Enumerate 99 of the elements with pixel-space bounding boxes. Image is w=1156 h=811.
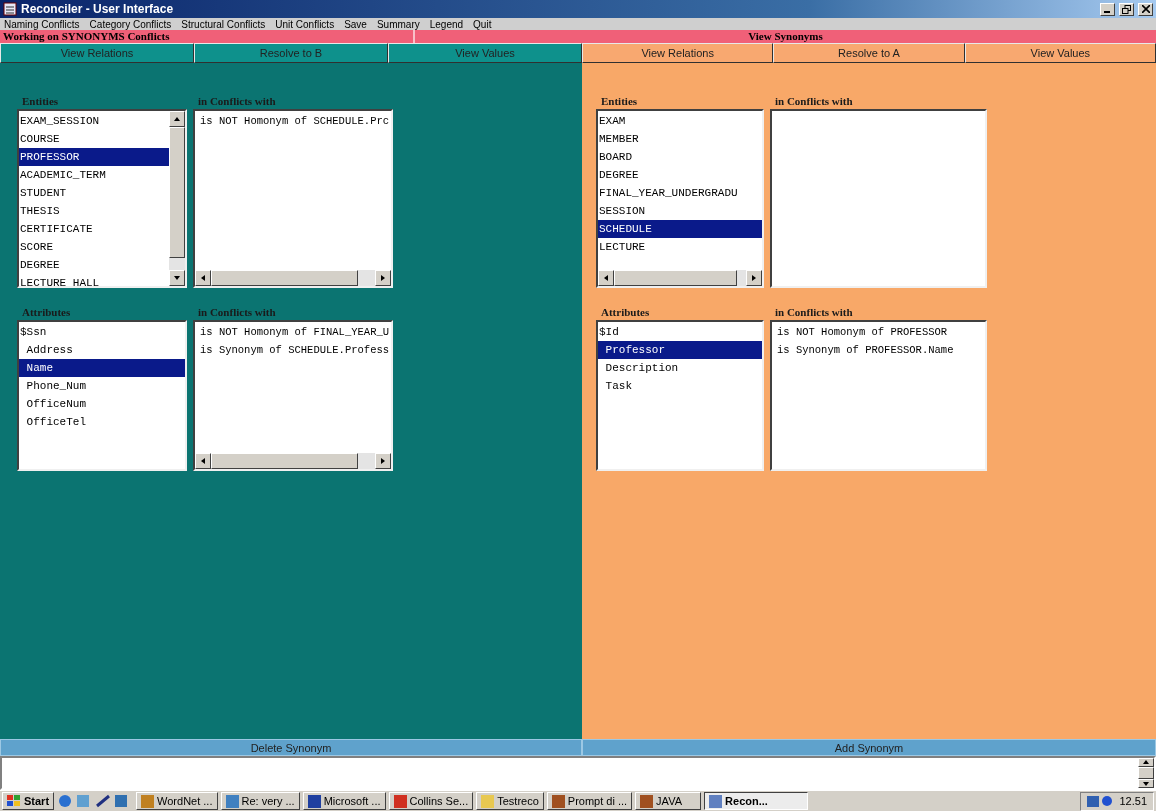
up-arrow-icon — [1143, 759, 1149, 766]
conflicts-box[interactable]: is NOT Homonym of FINAL_YEAR_U is Synonym of SCHEDULE.Profess — [193, 320, 393, 471]
taskbar-button[interactable]: Re: very ... — [220, 792, 300, 810]
list-item[interactable]: EXAM — [598, 112, 762, 130]
conflicts-box[interactable]: is NOT Homonym of SCHEDULE.Prc — [193, 109, 393, 288]
windows-logo-icon — [7, 795, 21, 807]
list-label: in Conflicts with — [197, 305, 277, 320]
list-item[interactable]: SCORE — [19, 238, 169, 256]
close-button[interactable] — [1138, 2, 1153, 16]
minimize-button[interactable] — [1100, 2, 1115, 16]
list-item[interactable]: Address — [19, 341, 185, 359]
conflict-line: is Synonym of PROFESSOR.Name — [776, 343, 955, 358]
conflicts-box[interactable]: is NOT Homonym of PROFESSOR is Synonym of PROFESSOR.Name — [770, 320, 987, 471]
list-item[interactable]: DEGREE — [598, 166, 762, 184]
list-item[interactable]: COURSE — [19, 130, 169, 148]
list-item[interactable]: Task — [598, 377, 762, 395]
list-item[interactable]: $Ssn — [19, 323, 185, 341]
taskbar-button[interactable]: WordNet ... — [136, 792, 218, 810]
vertical-scrollbar[interactable] — [1138, 758, 1154, 788]
close-icon — [1141, 5, 1150, 13]
left-arrow-icon — [603, 275, 609, 281]
tray-icons — [1087, 794, 1114, 808]
panel-button[interactable]: View Relations — [0, 43, 194, 63]
list-label: Attributes — [21, 305, 72, 320]
right-arrow-icon — [380, 458, 386, 464]
menu-item[interactable]: Save — [344, 18, 367, 30]
menu-item[interactable]: Category Conflicts — [89, 18, 172, 30]
conflict-line: is NOT Homonym of FINAL_YEAR_U — [199, 325, 391, 340]
taskbar-button[interactable]: Recon... — [704, 792, 809, 810]
menu-item[interactable]: Quit — [473, 18, 492, 30]
menu-item[interactable]: Legend — [429, 18, 464, 30]
list-box[interactable]: EXAM MEMBER BOARD DEGREE FINAL_YEAR_UNDERGRADU SESSION SCHEDULE LECTURE — [596, 109, 764, 288]
conflicts-box[interactable] — [770, 109, 987, 288]
view-title: View Synonyms — [748, 30, 823, 43]
list-item[interactable]: $Id — [598, 323, 762, 341]
left-arrow-icon — [200, 458, 206, 464]
restore-button[interactable] — [1119, 2, 1134, 16]
list-box[interactable]: $Ssn Address Name Phone_Num OfficeNum OfficeTel — [17, 320, 187, 471]
window-title: Reconciler - User Interface — [21, 2, 175, 16]
right-arrow-icon — [751, 275, 757, 281]
panel-button[interactable]: View Relations — [582, 43, 774, 63]
up-arrow-icon — [174, 116, 180, 122]
panel-button[interactable]: Resolve to B — [194, 43, 388, 63]
conflict-line: is NOT Homonym of SCHEDULE.Prc — [199, 114, 391, 129]
list-item[interactable]: SCHEDULE — [598, 220, 762, 238]
action-button[interactable]: Add Synonym — [582, 739, 1156, 756]
list-item[interactable]: OfficeTel — [19, 413, 185, 431]
taskbar-button[interactable]: Prompt di ... — [546, 792, 633, 810]
menu-item[interactable]: Summary — [376, 18, 420, 30]
list-item[interactable]: MEMBER — [598, 130, 762, 148]
down-arrow-icon — [1143, 780, 1149, 787]
list-label: in Conflicts with — [197, 94, 277, 109]
list-item[interactable]: OfficeNum — [19, 395, 185, 413]
horizontal-scrollbar[interactable] — [598, 270, 762, 286]
left-arrow-icon — [200, 275, 206, 281]
panel-button[interactable]: View Values — [964, 43, 1156, 63]
clock: 12.51 — [1119, 795, 1147, 807]
list-item[interactable]: PROFESSOR — [19, 148, 169, 166]
taskbar-button[interactable]: JAVA — [635, 792, 702, 810]
list-item[interactable]: Professor — [598, 341, 762, 359]
list-item[interactable]: Description — [598, 359, 762, 377]
list-label: in Conflicts with — [774, 305, 854, 320]
conflict-line: is NOT Homonym of PROFESSOR — [776, 325, 949, 340]
panel-button[interactable]: Resolve to A — [773, 43, 965, 63]
menu-item[interactable]: Unit Conflicts — [275, 18, 335, 30]
list-label: Attributes — [600, 305, 651, 320]
taskbar-button[interactable]: Microsoft ... — [302, 792, 386, 810]
list-item[interactable]: FINAL_YEAR_UNDERGRADU — [598, 184, 762, 202]
list-item[interactable]: SESSION — [598, 202, 762, 220]
horizontal-scrollbar[interactable] — [195, 453, 391, 469]
panel-button[interactable]: View Values — [388, 43, 582, 63]
list-label: in Conflicts with — [774, 94, 854, 109]
vertical-scrollbar[interactable] — [169, 111, 185, 286]
conflict-line: is Synonym of SCHEDULE.Profess — [199, 343, 391, 358]
list-item[interactable]: BOARD — [598, 148, 762, 166]
output-area[interactable] — [0, 756, 1156, 790]
action-button[interactable]: Delete Synonym — [0, 739, 582, 756]
list-label: Entities — [600, 94, 639, 109]
list-item[interactable]: CERTIFICATE — [19, 220, 169, 238]
list-item[interactable]: LECTURE — [598, 238, 762, 256]
menu-item[interactable]: Structural Conflicts — [181, 18, 266, 30]
list-box[interactable]: $Id Professor Description Task — [596, 320, 764, 471]
taskbar-button[interactable]: Testreco — [476, 792, 544, 810]
horizontal-scrollbar[interactable] — [195, 270, 391, 286]
list-item[interactable]: Phone_Num — [19, 377, 185, 395]
list-item[interactable]: EXAM_SESSION — [19, 112, 169, 130]
app-icon — [3, 2, 17, 16]
menu-item[interactable]: Naming Conflicts — [4, 18, 80, 30]
down-arrow-icon — [174, 275, 180, 281]
list-item[interactable]: THESIS — [19, 202, 169, 220]
taskbar-button[interactable]: Collins Se... — [388, 792, 474, 810]
list-item[interactable]: DEGREE — [19, 256, 169, 274]
list-label: Entities — [21, 94, 60, 109]
list-item[interactable]: Name — [19, 359, 185, 377]
start-button[interactable]: Start — [2, 792, 55, 810]
right-arrow-icon — [380, 275, 386, 281]
list-item[interactable]: STUDENT — [19, 184, 169, 202]
list-item[interactable]: ACADEMIC_TERM — [19, 166, 169, 184]
restore-icon — [1122, 4, 1131, 14]
